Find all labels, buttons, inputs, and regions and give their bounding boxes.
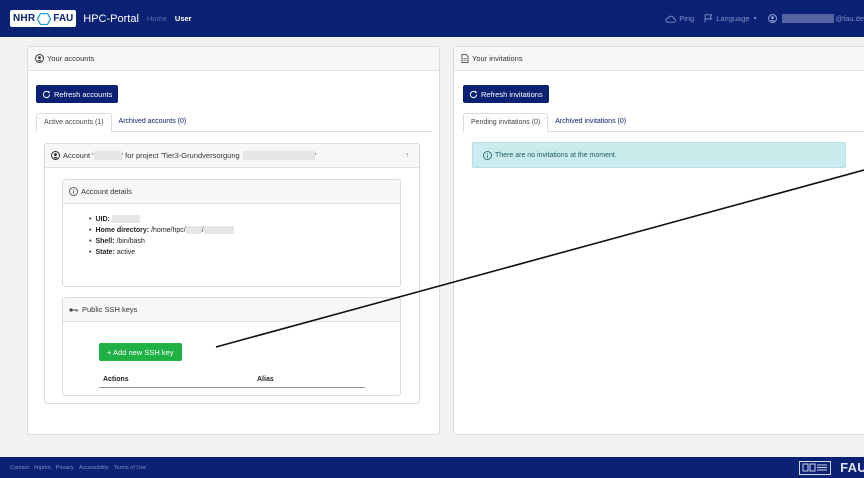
column-actions: Actions bbox=[103, 375, 129, 383]
key-icon bbox=[69, 307, 79, 312]
accounts-panel-header: Your accounts bbox=[28, 47, 439, 71]
shell-label: Shell: bbox=[95, 238, 115, 245]
nav-user-link[interactable]: User bbox=[175, 14, 192, 23]
account-details-title: Account details bbox=[81, 187, 132, 196]
hexagon-icon bbox=[37, 12, 52, 25]
nav-home-link[interactable]: Home bbox=[147, 14, 167, 23]
invitations-panel: Your invitations Refresh invitations Pen… bbox=[453, 46, 864, 435]
ssh-keys-header: Public SSH keys bbox=[63, 298, 400, 322]
account-title-middle: ' for project 'Tier3-Grundversorgung bbox=[121, 151, 240, 160]
user-email-suffix: @fau.de bbox=[835, 14, 864, 23]
column-alias: Alias bbox=[257, 375, 274, 383]
shell-value: /bin/bash bbox=[116, 238, 145, 245]
ping-label: Ping bbox=[679, 14, 695, 23]
user-menu[interactable]: @fau.de bbox=[767, 14, 864, 23]
footer-link-terms[interactable]: Terms of Use bbox=[114, 465, 146, 471]
redacted-home-group bbox=[185, 226, 202, 235]
accounts-tabs: Active accounts (1) Archived accounts (0… bbox=[36, 113, 432, 132]
state-label: State: bbox=[95, 249, 115, 256]
account-title-prefix: Account ' bbox=[63, 151, 94, 160]
refresh-icon bbox=[469, 90, 478, 98]
footer-link-contact[interactable]: Contact bbox=[10, 465, 29, 471]
cloud-icon bbox=[665, 15, 677, 23]
app-title[interactable]: HPC-Portal bbox=[83, 13, 139, 25]
user-circle-icon bbox=[35, 54, 44, 63]
footer-link-imprint[interactable]: Imprint bbox=[34, 465, 51, 471]
refresh-icon bbox=[42, 90, 51, 98]
invitations-panel-header: Your invitations bbox=[454, 47, 864, 71]
account-details-card: Account details UID: Home directory: /ho… bbox=[62, 179, 401, 287]
document-icon bbox=[461, 54, 469, 63]
home-directory-item: Home directory: /home/hpc// bbox=[89, 225, 400, 236]
invitations-panel-title: Your invitations bbox=[472, 54, 523, 63]
fau-logo[interactable]: FAU bbox=[840, 460, 864, 475]
home-directory-value: /home/hpc/ bbox=[151, 227, 186, 234]
rrze-logo[interactable] bbox=[799, 460, 832, 475]
no-invitations-message: There are no invitations at the moment. bbox=[495, 151, 617, 159]
ssh-keys-card: Public SSH keys + Add new SSH key Action… bbox=[62, 297, 401, 396]
tab-archived-accounts[interactable]: Archived accounts (0) bbox=[112, 112, 194, 131]
info-circle-icon bbox=[69, 187, 78, 196]
redacted-email-user bbox=[781, 14, 834, 23]
footer: Contact Imprint Privacy Accessibility Te… bbox=[0, 457, 864, 478]
state-value: active bbox=[116, 249, 136, 256]
refresh-invitations-button[interactable]: Refresh invitations bbox=[463, 85, 549, 103]
top-navbar: NHR FAU HPC-Portal Home User Ping Langua… bbox=[0, 0, 864, 37]
account-card-header[interactable]: Account ' ' for project 'Tier3-Grundvers… bbox=[45, 144, 419, 168]
ping-link[interactable]: Ping bbox=[665, 14, 694, 23]
language-label: Language bbox=[716, 14, 750, 23]
account-details-header: Account details bbox=[63, 180, 400, 204]
info-circle-icon bbox=[483, 150, 492, 160]
invitations-tabs: Pending invitations (0) Archived invitat… bbox=[463, 113, 864, 132]
ssh-keys-table-header: Actions Alias bbox=[99, 371, 365, 388]
uid-item: UID: bbox=[89, 214, 400, 225]
language-dropdown[interactable]: Language ▼ bbox=[704, 14, 758, 23]
accounts-panel: Your accounts Refresh accounts Active ac… bbox=[27, 46, 440, 435]
account-details-list: UID: Home directory: /home/hpc// Shell: … bbox=[63, 204, 400, 258]
account-card: Account ' ' for project 'Tier3-Grundvers… bbox=[44, 143, 420, 404]
ssh-keys-title: Public SSH keys bbox=[82, 305, 138, 314]
refresh-accounts-button[interactable]: Refresh accounts bbox=[36, 85, 119, 103]
redacted-uid bbox=[111, 215, 140, 224]
caret-down-icon: ▼ bbox=[752, 15, 758, 22]
uid-label: UID: bbox=[95, 216, 110, 223]
user-circle-icon bbox=[767, 14, 777, 23]
state-item: State: active bbox=[89, 247, 400, 258]
logo-fau-text: FAU bbox=[53, 13, 74, 24]
refresh-invitations-label: Refresh invitations bbox=[481, 89, 543, 99]
account-title-suffix: ' bbox=[314, 151, 317, 160]
footer-link-privacy[interactable]: Privacy bbox=[56, 465, 74, 471]
logo-nhr-text: NHR bbox=[13, 13, 36, 24]
arrow-up-icon[interactable]: ↑ bbox=[406, 152, 410, 159]
user-circle-icon bbox=[51, 151, 60, 160]
no-invitations-alert: There are no invitations at the moment. bbox=[472, 142, 846, 168]
redacted-project-name bbox=[242, 151, 315, 160]
tab-active-accounts[interactable]: Active accounts (1) bbox=[36, 113, 112, 132]
nhr-fau-logo[interactable]: NHR FAU bbox=[10, 10, 77, 27]
accounts-panel-title: Your accounts bbox=[47, 54, 95, 63]
home-directory-label: Home directory: bbox=[95, 227, 150, 234]
tab-pending-invitations[interactable]: Pending invitations (0) bbox=[463, 113, 549, 132]
flag-icon bbox=[704, 14, 713, 23]
footer-link-accessibility[interactable]: Accessibility bbox=[79, 465, 109, 471]
redacted-account-name bbox=[93, 151, 122, 160]
rrze-logo-mark bbox=[802, 463, 828, 472]
tab-archived-invitations[interactable]: Archived invitations (0) bbox=[548, 112, 633, 131]
refresh-accounts-label: Refresh accounts bbox=[54, 89, 113, 99]
redacted-home-user bbox=[203, 226, 234, 235]
add-ssh-key-button[interactable]: + Add new SSH key bbox=[99, 343, 182, 361]
shell-item: Shell: /bin/bash bbox=[89, 236, 400, 247]
